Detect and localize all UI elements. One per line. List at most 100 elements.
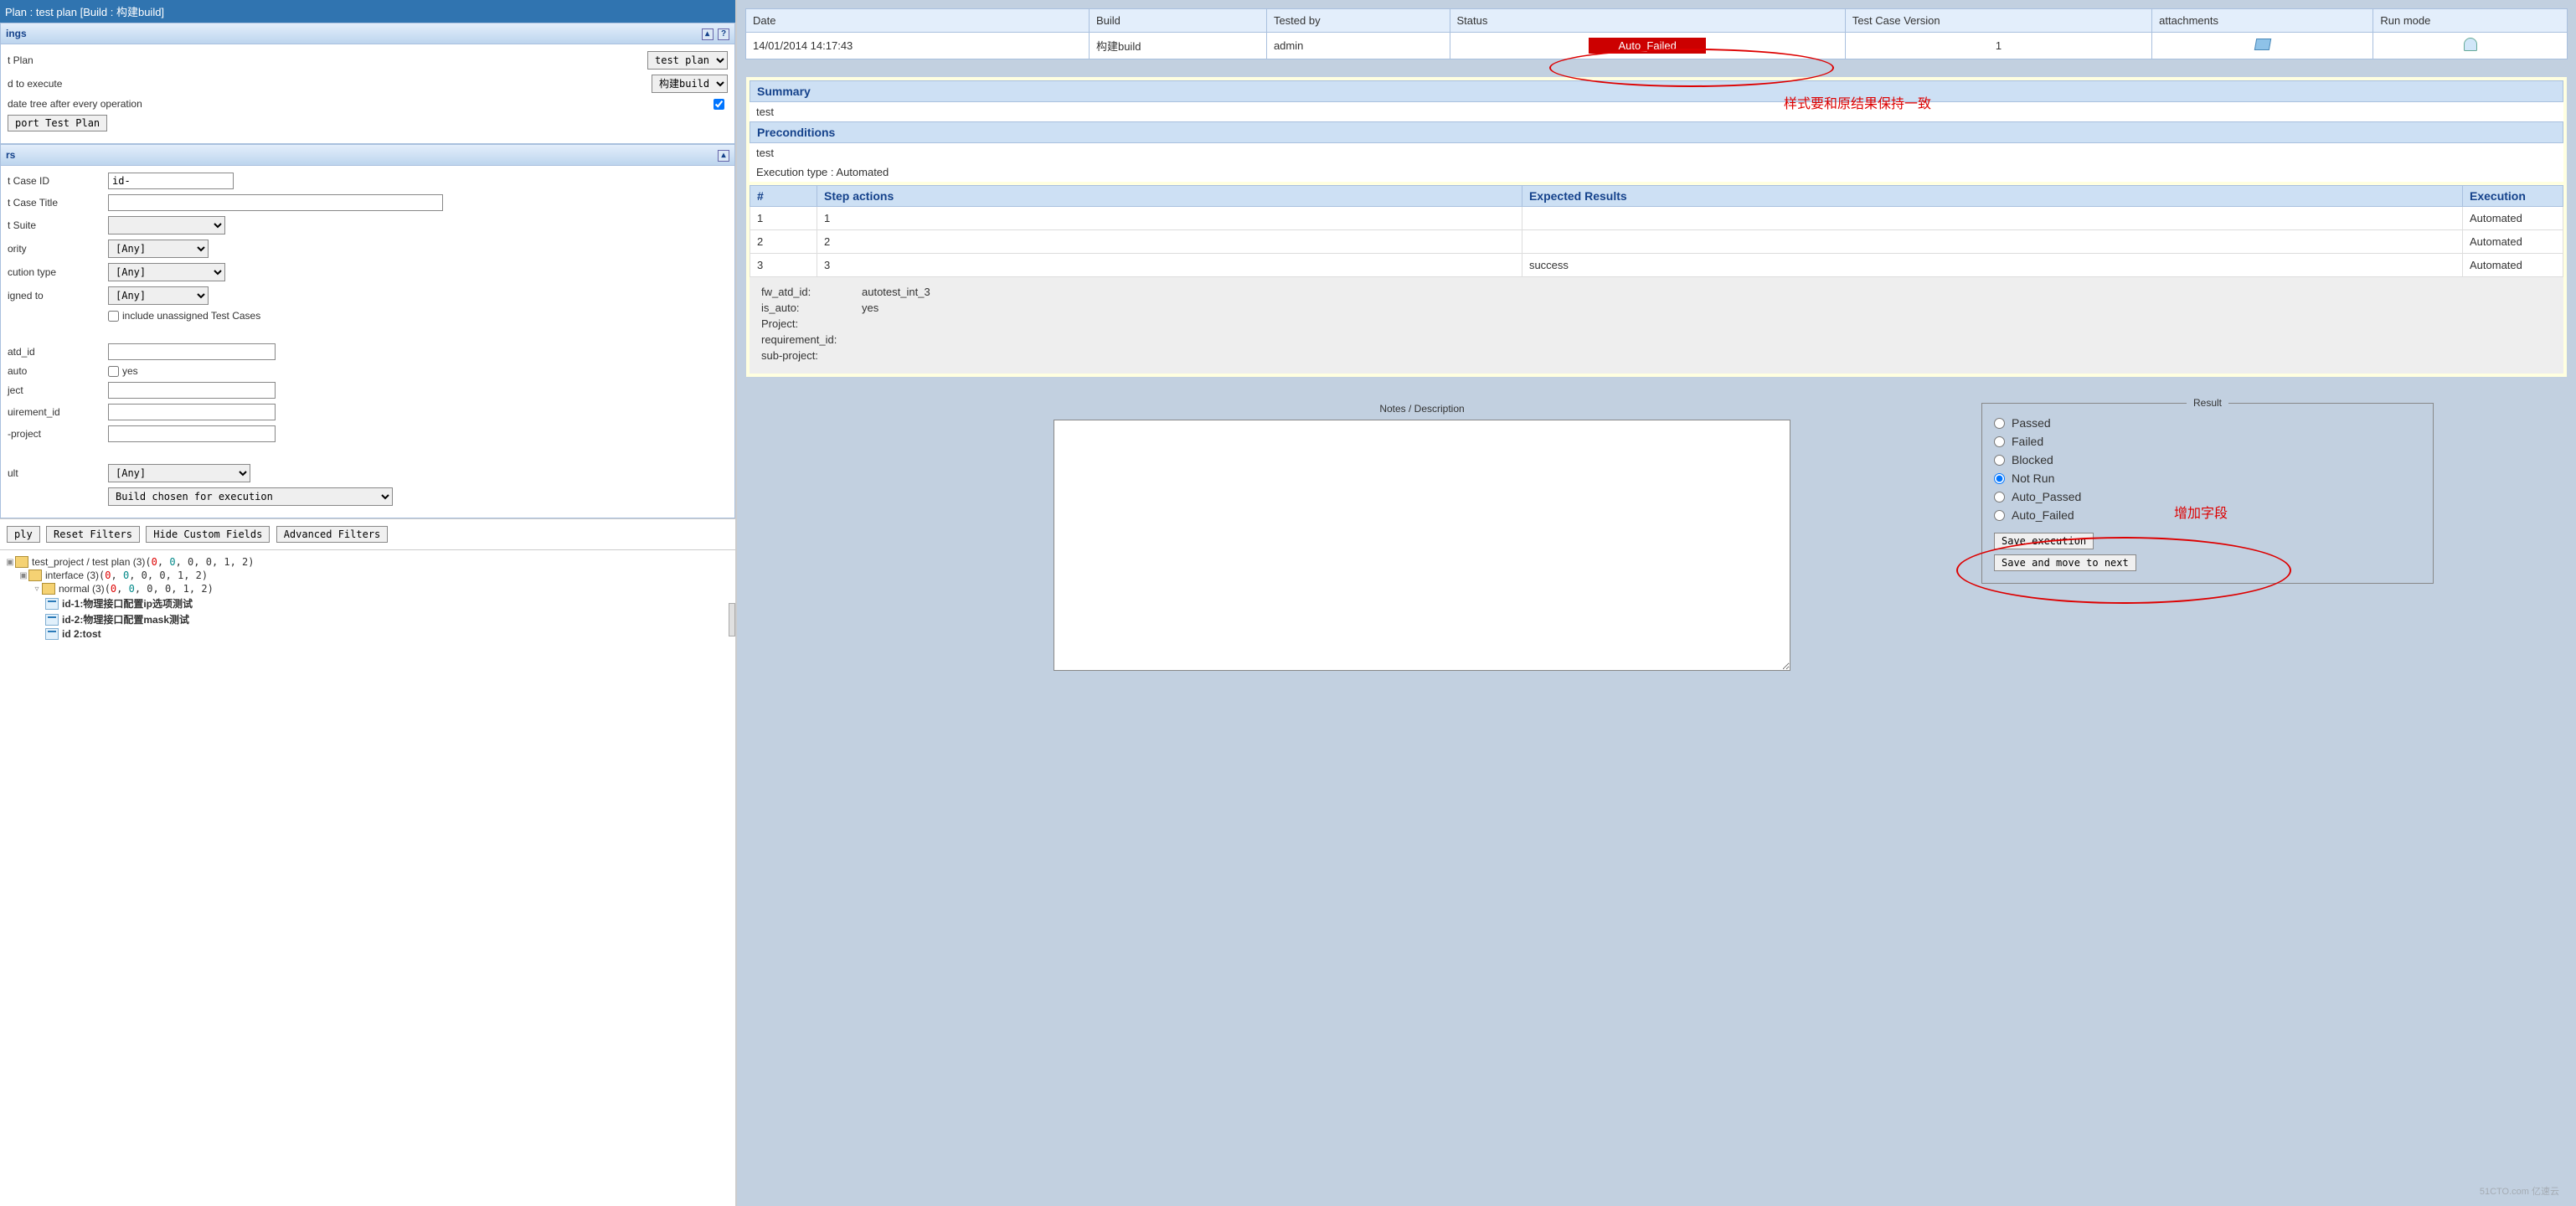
result-radio[interactable] (1994, 510, 2005, 521)
cell-tested-by: admin (1266, 33, 1450, 59)
hide-custom-fields-button[interactable]: Hide Custom Fields (146, 526, 270, 543)
tree-item[interactable]: id 2:tost (60, 628, 101, 640)
help-icon[interactable]: ? (718, 28, 729, 40)
splitter-handle[interactable] (729, 603, 735, 636)
col-step-num: # (750, 186, 817, 207)
exec-type-line: Execution type : Automated (750, 162, 2563, 182)
cell-date: 14/01/2014 14:17:43 (746, 33, 1090, 59)
tree-root[interactable]: test_project / test plan (3)(0, 0, 0, 0,… (30, 556, 255, 568)
test-plan-label: t Plan (8, 54, 108, 66)
col-runmode: Run mode (2373, 9, 2568, 33)
result-label: ult (8, 467, 108, 479)
tree-item[interactable]: id-1:物理接口配置ip选项测试 (60, 596, 193, 611)
meta-key: fw_atd_id: (761, 286, 862, 298)
col-step-actions: Step actions (817, 186, 1522, 207)
tc-title-input[interactable] (108, 194, 443, 211)
result-radio[interactable] (1994, 418, 2005, 429)
include-unassigned-checkbox[interactable] (108, 311, 119, 322)
preconditions-header: Preconditions (750, 121, 2563, 143)
result-legend: Result (2187, 397, 2228, 409)
tree-toggle[interactable]: ▣ (5, 558, 15, 567)
step-row: 33successAutomated (750, 254, 2563, 277)
result-option-label: Blocked (2012, 453, 2053, 466)
build-select[interactable]: 构建build (652, 75, 728, 93)
subproject-input[interactable] (108, 425, 276, 442)
export-test-plan-button[interactable]: port Test Plan (8, 115, 107, 131)
cell-version: 1 (1845, 33, 2151, 59)
result-radio[interactable] (1994, 492, 2005, 502)
result-option[interactable]: Blocked (1994, 451, 2421, 469)
tree-item[interactable]: id-2:物理接口配置mask测试 (60, 612, 189, 626)
result-select[interactable]: [Any] (108, 464, 250, 482)
test-plan-select[interactable]: test plan (647, 51, 728, 70)
priority-select[interactable]: [Any] (108, 240, 209, 258)
suite-select[interactable] (108, 216, 225, 234)
tree-toggle[interactable]: ▣ (18, 571, 28, 580)
assigned-select[interactable]: [Any] (108, 286, 209, 305)
priority-label: ority (8, 243, 108, 255)
steps-table: # Step actions Expected Results Executio… (750, 185, 2563, 277)
tc-title-label: t Case Title (8, 197, 108, 209)
exectype-label: cution type (8, 266, 108, 278)
execution-history-table: Date Build Tested by Status Test Case Ve… (745, 8, 2568, 59)
tc-id-input[interactable] (108, 173, 234, 189)
col-build: Build (1089, 9, 1266, 33)
meta-key: is_auto: (761, 302, 862, 314)
meta-key: requirement_id: (761, 333, 862, 346)
annotation-text: 样式要和原结果保持一致 (1784, 92, 1931, 112)
project-input[interactable] (108, 382, 276, 399)
include-unassigned-label: include unassigned Test Cases (122, 310, 260, 322)
update-tree-checkbox[interactable] (714, 99, 724, 110)
table-row[interactable]: 14/01/2014 14:17:43 构建build admin Auto_F… (746, 33, 2568, 59)
exectype-select[interactable]: [Any] (108, 263, 225, 281)
auto-check-label: yes (122, 365, 138, 377)
apply-button[interactable]: ply (7, 526, 40, 543)
result-option-label: Auto_Failed (2012, 508, 2074, 522)
tc-id-label: t Case ID (8, 175, 108, 187)
build-label: d to execute (8, 78, 108, 90)
status-badge: Auto_Failed (1589, 38, 1706, 54)
watermark: 51CTO.com 亿速云 (2480, 1184, 2559, 1198)
auto-checkbox[interactable] (108, 366, 119, 377)
result-radio[interactable] (1994, 436, 2005, 447)
tree-normal[interactable]: normal (3)(0, 0, 0, 0, 1, 2) (57, 583, 214, 595)
preconditions-body: test (750, 143, 2563, 162)
build-chosen-select[interactable]: Build chosen for execution (108, 487, 393, 506)
test-tree: ▣test_project / test plan (3)(0, 0, 0, 0… (0, 549, 735, 1206)
project-label: ject (8, 384, 108, 396)
collapse-icon[interactable]: ▴ (702, 28, 714, 40)
summary-body: test (750, 102, 2563, 121)
req-id-input[interactable] (108, 404, 276, 420)
settings-header[interactable]: ings ▴ ? (0, 23, 735, 44)
meta-key: Project: (761, 317, 862, 330)
auto-label: auto (8, 365, 108, 377)
cell-build: 构建build (1089, 33, 1266, 59)
meta-key: sub-project: (761, 349, 862, 362)
annotation-text: 增加字段 (2174, 502, 2228, 522)
advanced-filters-button[interactable]: Advanced Filters (276, 526, 389, 543)
assigned-label: igned to (8, 290, 108, 302)
atd-id-input[interactable] (108, 343, 276, 360)
result-option[interactable]: Passed (1994, 414, 2421, 432)
save-and-next-button[interactable]: Save and move to next (1994, 554, 2136, 571)
result-radio[interactable] (1994, 473, 2005, 484)
col-expected: Expected Results (1522, 186, 2462, 207)
tree-interface[interactable]: interface (3)(0, 0, 0, 0, 1, 2) (44, 570, 208, 581)
filters-header[interactable]: rs ▴ (0, 144, 735, 166)
settings-title: ings (6, 28, 27, 39)
result-radio[interactable] (1994, 455, 2005, 466)
col-tested-by: Tested by (1266, 9, 1450, 33)
meta-value: yes (862, 302, 878, 314)
save-execution-button[interactable]: Save execution (1994, 533, 2094, 549)
filters-title: rs (6, 149, 15, 161)
col-status: Status (1450, 9, 1845, 33)
attachment-icon[interactable] (2254, 39, 2271, 50)
user-icon (2464, 38, 2477, 51)
notes-textarea[interactable] (1054, 420, 1790, 671)
reset-filters-button[interactable]: Reset Filters (46, 526, 140, 543)
result-option[interactable]: Failed (1994, 432, 2421, 451)
summary-header: Summary (750, 80, 2563, 102)
collapse-icon[interactable]: ▴ (718, 150, 729, 162)
tree-toggle[interactable]: ▿ (32, 585, 42, 594)
result-option[interactable]: Not Run (1994, 469, 2421, 487)
